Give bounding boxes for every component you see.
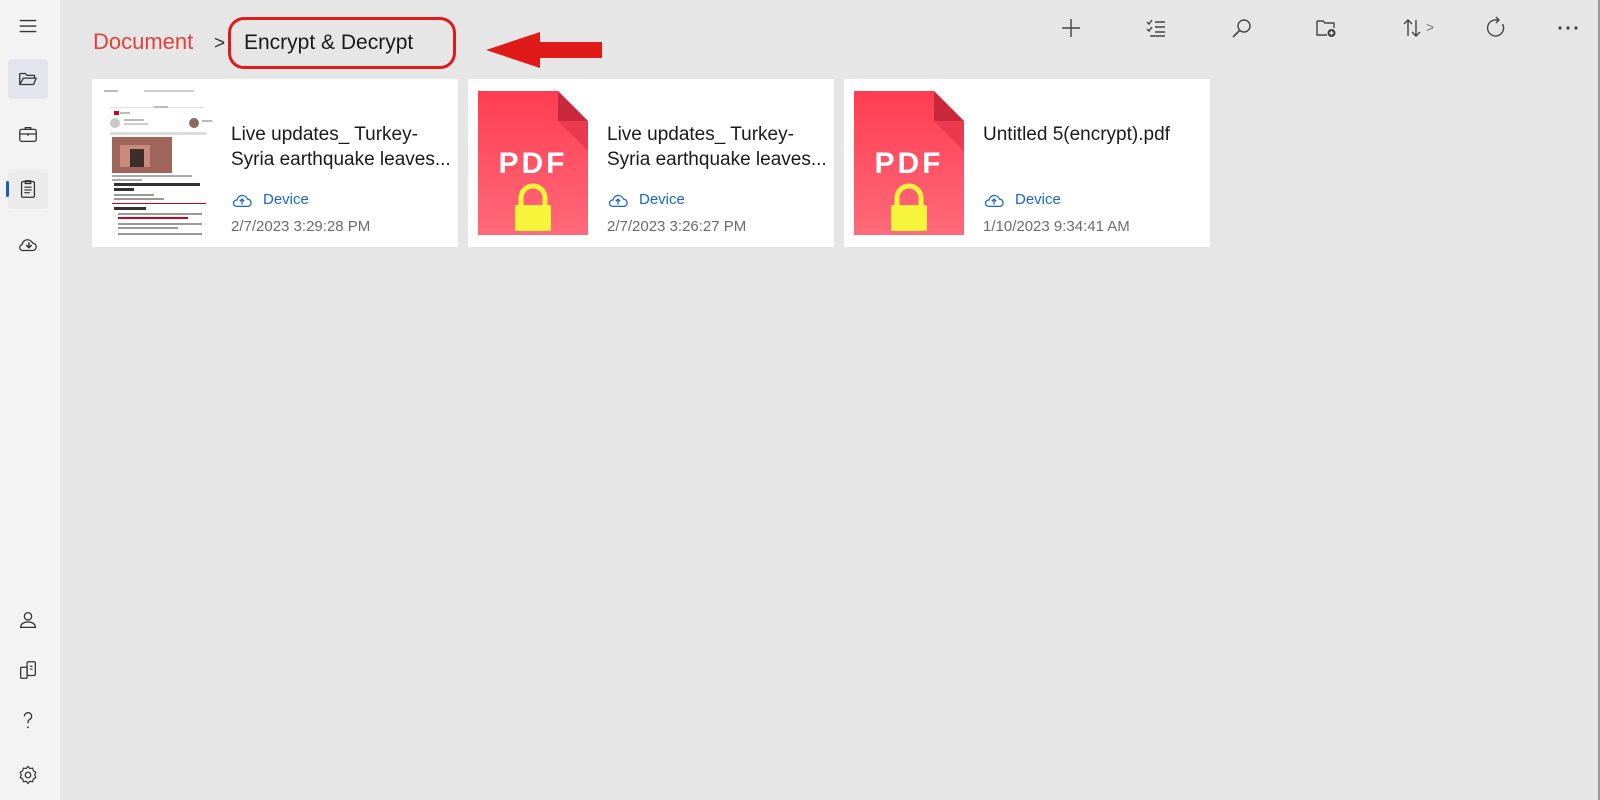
- locked-pdf-icon: PDF: [478, 91, 588, 235]
- file-name: Untitled 5(encrypt).pdf: [983, 124, 1170, 145]
- sidebar-item-cloud[interactable]: [8, 225, 48, 265]
- phone-transfer-icon: [20, 661, 36, 679]
- sidebar-item-tools[interactable]: [8, 114, 48, 154]
- file-location: Device: [607, 191, 685, 208]
- file-location: Device: [231, 191, 309, 208]
- clipboard-list-icon: [20, 180, 36, 198]
- cloud-download-icon: [19, 239, 37, 252]
- gear-icon: [19, 765, 37, 785]
- file-location-label: Device: [263, 191, 309, 208]
- sidebar-item-settings[interactable]: [8, 755, 48, 795]
- more-button[interactable]: [1548, 12, 1588, 44]
- sidebar-item-open-files[interactable]: [8, 59, 48, 99]
- add-icon: [1062, 19, 1080, 37]
- file-date: 2/7/2023 3:29:28 PM: [231, 218, 371, 235]
- document-preview-thumbnail: [100, 87, 214, 239]
- file-card-1[interactable]: Live updates_ Turkey-Syria earthquake le…: [92, 79, 458, 247]
- help-icon: [23, 712, 33, 729]
- file-date: 2/7/2023 3:26:27 PM: [607, 218, 747, 235]
- search-button[interactable]: [1222, 12, 1262, 44]
- sidebar-item-document[interactable]: [6, 169, 48, 209]
- cloud-upload-icon: [232, 194, 252, 207]
- file-location-label: Device: [1015, 191, 1061, 208]
- hamburger-icon: [19, 19, 37, 33]
- sort-chevron-icon: >: [1426, 19, 1435, 35]
- search-icon: [1232, 19, 1251, 38]
- checklist-icon: [1146, 19, 1165, 37]
- pdf-label: PDF: [875, 147, 944, 180]
- annotation-arrow-icon: [486, 32, 602, 68]
- file-name: Live updates_ Turkey-Syria earthquake le…: [231, 124, 451, 170]
- breadcrumb-root-link[interactable]: Document: [93, 29, 193, 55]
- cloud-upload-icon: [608, 194, 628, 207]
- locked-pdf-icon: PDF: [854, 91, 964, 235]
- sort-icon: [1403, 19, 1421, 37]
- sidebar-item-devices[interactable]: [8, 650, 48, 690]
- file-card-2[interactable]: PDF Live updates_ Turkey-Syria earthquak…: [468, 79, 834, 247]
- pdf-label: PDF: [499, 147, 568, 180]
- user-icon: [20, 612, 36, 628]
- sidebar: [0, 0, 60, 800]
- briefcase-icon: [19, 126, 37, 142]
- selection-indicator: [6, 181, 9, 197]
- file-date: 1/10/2023 9:34:41 AM: [983, 218, 1130, 235]
- sidebar-item-help[interactable]: [8, 700, 48, 740]
- sidebar-item-account[interactable]: [8, 600, 48, 640]
- more-icon: [1558, 26, 1578, 30]
- file-location-label: Device: [639, 191, 685, 208]
- breadcrumb-current-label: Encrypt & Decrypt: [244, 31, 414, 54]
- folder-open-icon: [19, 72, 37, 86]
- refresh-icon: [1486, 16, 1505, 37]
- file-name: Live updates_ Turkey-Syria earthquake le…: [607, 124, 827, 170]
- add-button[interactable]: [1051, 12, 1091, 44]
- cloud-upload-icon: [984, 194, 1004, 207]
- new-folder-button[interactable]: [1306, 12, 1346, 44]
- file-card-3[interactable]: PDF Untitled 5(encrypt).pdf Device 1/10/…: [844, 79, 1210, 247]
- menu-button[interactable]: [8, 6, 48, 46]
- breadcrumb-separator: >: [214, 33, 226, 54]
- file-location: Device: [983, 191, 1061, 208]
- breadcrumb-current-folder: Encrypt & Decrypt: [228, 17, 456, 69]
- refresh-button[interactable]: [1476, 12, 1516, 44]
- new-folder-icon: [1316, 20, 1336, 37]
- select-button[interactable]: [1136, 12, 1176, 44]
